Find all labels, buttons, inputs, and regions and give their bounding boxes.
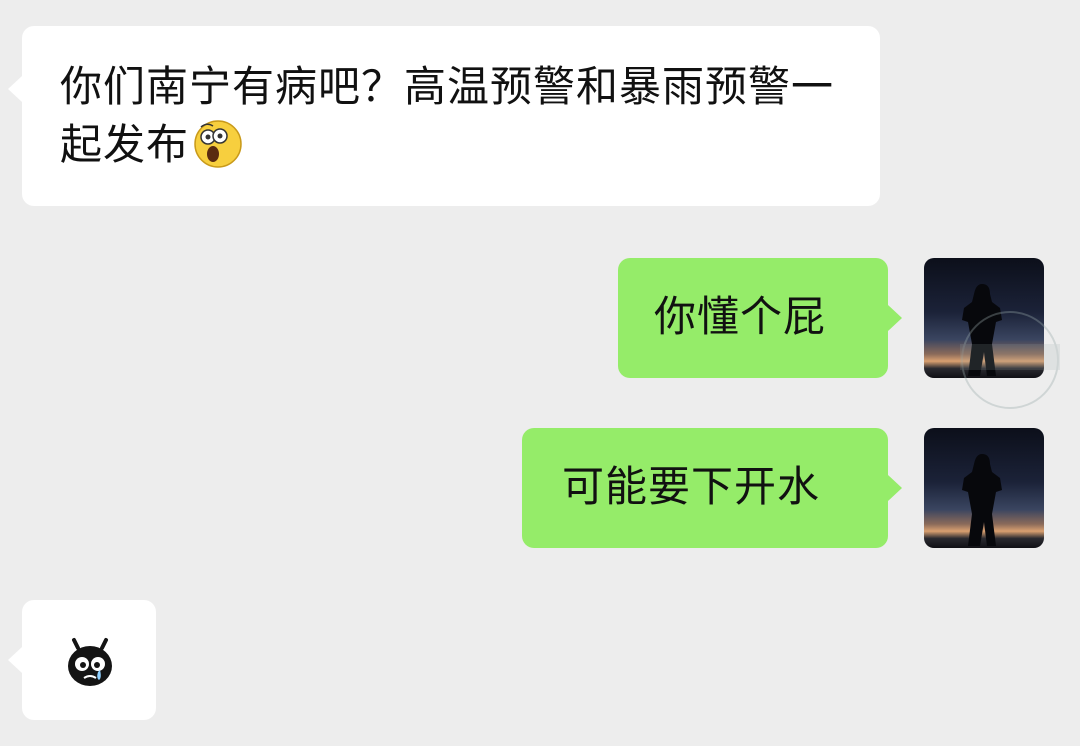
message-text: 你懂个屁	[654, 292, 827, 341]
avatar[interactable]	[924, 258, 1044, 378]
message-text-content: 你们南宁有病吧？高温预警和暴雨预警一起发布	[60, 62, 835, 169]
message-text: 你们南宁有病吧？高温预警和暴雨预警一起发布	[60, 58, 850, 174]
message-text: 可能要下开水	[562, 462, 821, 511]
crying-blob-emoji-icon	[68, 638, 112, 686]
bubble-tail	[888, 305, 902, 331]
bubble-tail	[888, 475, 902, 501]
silhouette-avatar-icon	[962, 454, 1002, 546]
shocked-face-emoji-icon	[193, 119, 243, 169]
incoming-message-bubble[interactable]: 你们南宁有病吧？高温预警和暴雨预警一起发布	[8, 26, 880, 206]
silhouette-avatar-icon	[962, 284, 1002, 376]
avatar[interactable]	[924, 428, 1044, 548]
bubble-tail	[8, 647, 22, 673]
outgoing-message-bubble[interactable]: 可能要下开水	[522, 428, 902, 548]
bubble-tail	[8, 76, 22, 102]
incoming-message-bubble[interactable]	[8, 600, 156, 720]
outgoing-message-bubble[interactable]: 你懂个屁	[618, 258, 902, 378]
